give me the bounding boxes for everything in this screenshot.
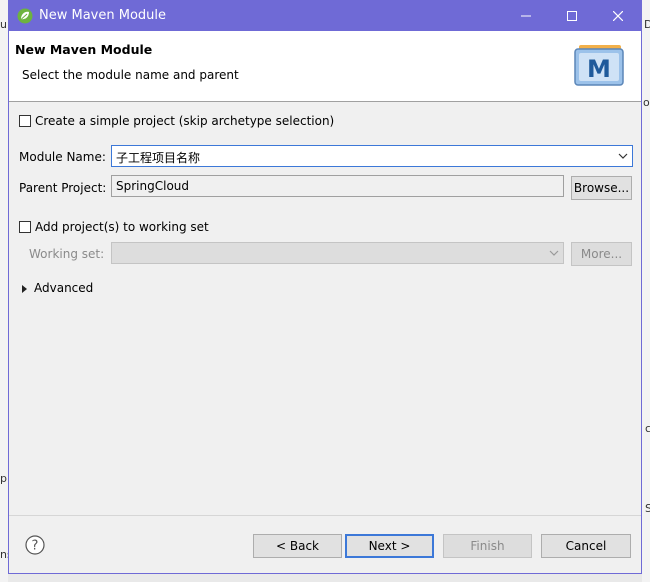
module-name-value: 子工程项目名称: [116, 151, 201, 165]
browse-button[interactable]: Browse...: [571, 176, 632, 200]
wizard-banner: New Maven Module Select the module name …: [9, 31, 641, 102]
maven-logo-letter: M: [587, 55, 611, 83]
module-name-label: Module Name:: [19, 150, 106, 164]
minimize-button[interactable]: [503, 1, 549, 31]
finish-button[interactable]: Finish: [443, 534, 532, 558]
parent-project-value: SpringCloud: [116, 179, 190, 193]
spring-leaf-icon: [17, 8, 33, 24]
next-button[interactable]: Next >: [345, 534, 434, 558]
background-text: S: [645, 502, 650, 515]
simple-project-label[interactable]: Create a simple project (skip archetype …: [35, 114, 334, 128]
more-button[interactable]: More...: [571, 242, 632, 266]
simple-project-checkbox[interactable]: [19, 115, 31, 127]
wizard-subtitle: Select the module name and parent: [22, 68, 239, 82]
cancel-button[interactable]: Cancel: [541, 534, 631, 558]
footer-separator: [9, 515, 641, 516]
back-button[interactable]: < Back: [253, 534, 342, 558]
module-name-combo[interactable]: 子工程项目名称: [111, 145, 633, 167]
background-right-strip: [642, 0, 650, 582]
close-button[interactable]: [595, 1, 641, 31]
working-set-checkbox[interactable]: [19, 221, 31, 233]
chevron-down-icon[interactable]: [618, 151, 628, 161]
background-text: D: [644, 18, 650, 31]
chevron-down-icon: [549, 250, 559, 256]
background-text: ok: [643, 96, 650, 109]
minimize-icon: [521, 15, 531, 17]
background-text: u: [0, 18, 7, 31]
window-title: New Maven Module: [39, 8, 167, 23]
parent-project-field[interactable]: SpringCloud: [111, 175, 564, 197]
wizard-title: New Maven Module: [15, 42, 153, 57]
background-text: c: [645, 422, 650, 435]
advanced-section-toggle[interactable]: Advanced: [34, 281, 93, 295]
parent-project-label: Parent Project:: [19, 181, 107, 195]
maximize-icon: [567, 11, 577, 21]
help-icon[interactable]: ?: [25, 535, 45, 555]
maven-logo-icon: M: [574, 45, 624, 86]
expand-triangle-icon[interactable]: [21, 285, 28, 293]
background-text: p: [0, 472, 7, 485]
svg-text:?: ?: [32, 539, 39, 554]
dialog-window: New Maven Module New Maven Module Select…: [8, 0, 642, 574]
working-set-combo[interactable]: [111, 242, 564, 264]
working-set-label: Working set:: [29, 247, 105, 261]
maximize-button[interactable]: [549, 1, 595, 31]
title-bar[interactable]: New Maven Module: [9, 1, 641, 31]
close-icon: [613, 11, 623, 21]
working-set-toggle-label[interactable]: Add project(s) to working set: [35, 220, 209, 234]
background-left-strip: [0, 0, 8, 582]
